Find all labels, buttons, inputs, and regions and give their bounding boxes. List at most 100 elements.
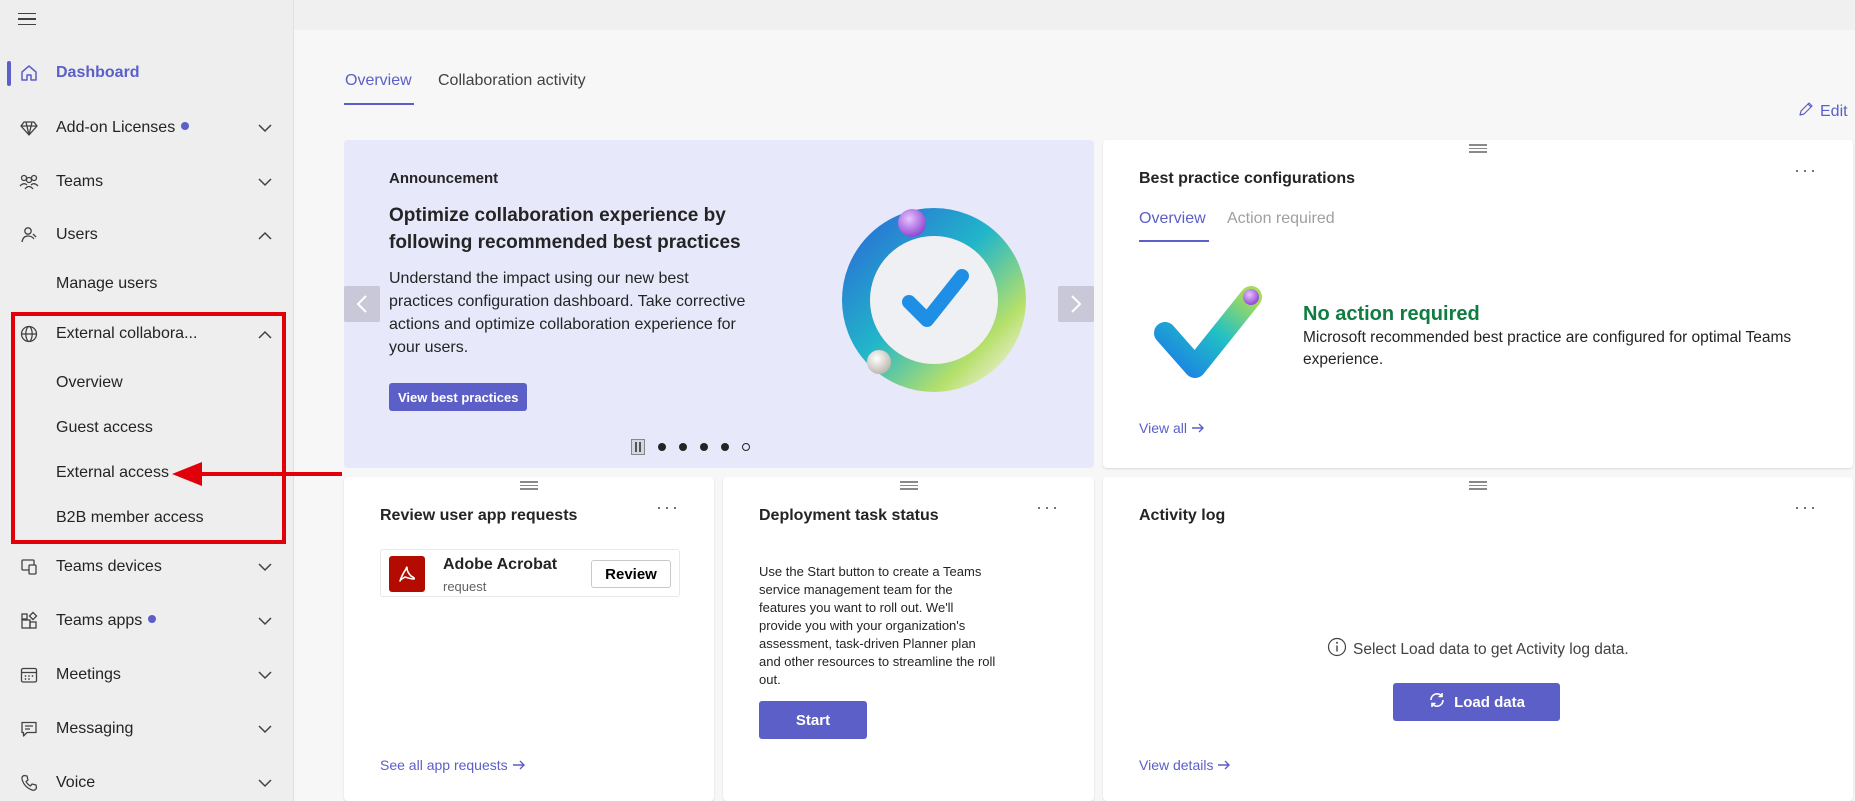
calendar-icon: [18, 664, 40, 686]
sidebar-item-label: Meetings: [56, 666, 121, 683]
arrow-right-icon: [1191, 420, 1205, 436]
sidebar-item-label-wrap: Teams apps: [56, 612, 157, 630]
more-options-icon[interactable]: ···: [1794, 497, 1818, 518]
tab-collaboration-activity[interactable]: Collaboration activity: [438, 72, 586, 90]
chevron-down-icon[interactable]: [256, 774, 274, 792]
tab-underline: [1139, 240, 1209, 242]
announcement-label: Announcement: [389, 170, 499, 187]
sidebar: Dashboard Add-on Licenses Teams Users Ma…: [0, 0, 294, 801]
review-button[interactable]: Review: [591, 560, 671, 588]
refresh-icon: [1428, 691, 1446, 713]
info-icon: [1327, 637, 1347, 662]
sidebar-item-label: Voice: [56, 774, 96, 791]
app-name: Adobe Acrobat: [443, 556, 558, 573]
chevron-down-icon[interactable]: [256, 720, 274, 738]
edit-button[interactable]: Edit: [1798, 101, 1848, 122]
sidebar-item-teams-apps[interactable]: Teams apps: [0, 599, 294, 643]
sidebar-item-dashboard[interactable]: Dashboard: [0, 51, 294, 95]
sidebar-item-label: Teams: [56, 173, 104, 190]
hamburger-menu-icon[interactable]: [18, 8, 40, 30]
carousel-dot-current[interactable]: [742, 443, 750, 451]
sidebar-subitem-manage-users[interactable]: Manage users: [56, 275, 157, 293]
sidebar-item-voice[interactable]: Voice: [0, 761, 294, 801]
chevron-right-icon: [1071, 295, 1082, 313]
drag-handle-icon[interactable]: [520, 481, 538, 490]
main-content: Overview Collaboration activity Edit Ann…: [294, 0, 1855, 801]
sidebar-item-add-on-licenses[interactable]: Add-on Licenses: [0, 106, 294, 150]
diamond-icon: [18, 117, 40, 139]
annotation-arrow-head: [172, 462, 202, 486]
view-details-link[interactable]: View details: [1139, 757, 1231, 773]
carousel-dot[interactable]: [679, 443, 687, 451]
carousel-dot[interactable]: [658, 443, 666, 451]
chevron-down-icon[interactable]: [256, 558, 274, 576]
notification-dot: [148, 614, 157, 623]
chat-icon: [18, 718, 40, 740]
start-button[interactable]: Start: [759, 701, 867, 739]
load-data-button[interactable]: Load data: [1393, 683, 1560, 721]
carousel-dot[interactable]: [721, 443, 729, 451]
chevron-down-icon[interactable]: [256, 173, 274, 191]
carousel-next-button[interactable]: [1058, 286, 1094, 322]
arrow-right-icon: [512, 757, 526, 773]
chevron-down-icon[interactable]: [256, 612, 274, 630]
view-best-practices-button[interactable]: View best practices: [389, 383, 528, 411]
sidebar-item-label: External collabora...: [56, 325, 198, 342]
sidebar-subitem-external-access[interactable]: External access: [56, 464, 169, 482]
sidebar-item-teams[interactable]: Teams: [0, 160, 294, 204]
review-app-requests-card: Review user app requests ··· Adobe Acrob…: [344, 477, 714, 801]
top-bar: [294, 0, 1855, 30]
tab-bp-action-required[interactable]: Action required: [1227, 210, 1335, 228]
sidebar-item-users[interactable]: Users: [0, 213, 294, 257]
more-options-icon[interactable]: ···: [1794, 160, 1818, 181]
carousel-dot[interactable]: [700, 443, 708, 451]
card-title: Best practice configurations: [1139, 170, 1356, 187]
tab-bp-overview[interactable]: Overview: [1139, 210, 1206, 228]
drag-handle-icon[interactable]: [1469, 481, 1487, 490]
drag-handle-icon[interactable]: [899, 481, 918, 490]
more-options-icon[interactable]: ···: [656, 497, 680, 518]
apps-icon: [18, 610, 40, 632]
pause-icon[interactable]: [631, 439, 645, 455]
sidebar-item-teams-devices[interactable]: Teams devices: [0, 545, 294, 589]
activity-info: Select Load data to get Activity log dat…: [1327, 637, 1629, 662]
chevron-down-icon[interactable]: [256, 119, 274, 137]
chevron-down-icon[interactable]: [256, 666, 274, 684]
sidebar-item-label: Users: [56, 226, 98, 243]
announcement-carousel: Announcement Optimize collaboration expe…: [344, 140, 1094, 468]
chevron-up-icon[interactable]: [256, 325, 274, 343]
status-heading: No action required: [1303, 303, 1480, 325]
carousel-prev-button[interactable]: [344, 286, 380, 322]
see-all-app-requests-link[interactable]: See all app requests: [380, 757, 526, 773]
chevron-left-icon: [356, 295, 367, 313]
sidebar-subitem-guest-access[interactable]: Guest access: [56, 419, 153, 437]
arrow-right-icon: [1217, 757, 1231, 773]
activity-info-text: Select Load data to get Activity log dat…: [1353, 640, 1629, 658]
sidebar-subitem-b2b-member-access[interactable]: B2B member access: [56, 509, 204, 527]
notification-dot: [181, 121, 190, 130]
sidebar-item-external-collaboration[interactable]: External collabora...: [0, 312, 294, 356]
more-options-icon[interactable]: ···: [1036, 497, 1060, 518]
sidebar-item-label: Teams apps: [56, 612, 143, 629]
devices-icon: [18, 556, 40, 578]
sidebar-item-meetings[interactable]: Meetings: [0, 653, 294, 697]
adobe-acrobat-icon: [389, 556, 425, 592]
sidebar-subitem-overview[interactable]: Overview: [56, 374, 123, 392]
view-all-label: View all: [1139, 420, 1187, 436]
annotation-arrow-line: [200, 472, 342, 476]
phone-icon: [18, 772, 40, 794]
see-all-label: See all app requests: [380, 757, 508, 773]
app-request-row: Adobe Acrobat request Review: [380, 549, 680, 597]
card-title: Deployment task status: [759, 507, 939, 524]
announcement-body: Understand the impact using our new best…: [389, 270, 746, 356]
sidebar-item-label-wrap: Add-on Licenses: [56, 119, 190, 137]
sidebar-item-messaging[interactable]: Messaging: [0, 707, 294, 751]
view-all-link[interactable]: View all: [1139, 420, 1205, 436]
checkmark-illustration: [1153, 275, 1273, 385]
sidebar-item-label: Teams devices: [56, 558, 162, 575]
tab-underline: [344, 103, 414, 105]
tab-overview[interactable]: Overview: [345, 72, 412, 90]
chevron-up-icon[interactable]: [256, 226, 274, 244]
people-team-icon: [18, 171, 40, 193]
drag-handle-icon[interactable]: [1469, 144, 1487, 153]
